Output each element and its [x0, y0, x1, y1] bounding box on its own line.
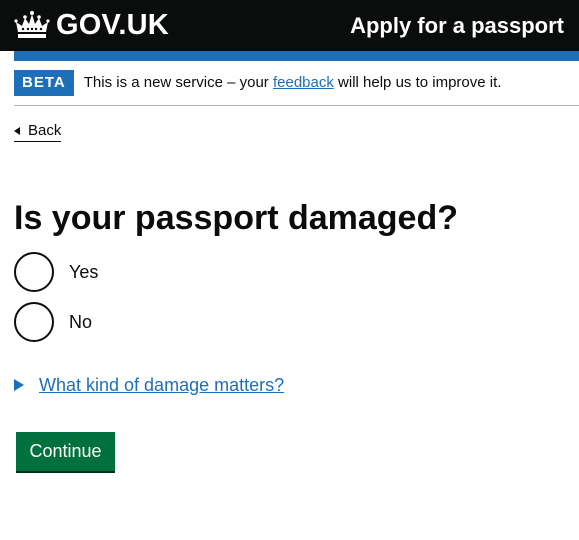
radio-option-yes[interactable]: Yes	[14, 252, 98, 292]
details-summary[interactable]: What kind of damage matters?	[14, 373, 284, 397]
govuk-logo-link[interactable]: GOV.UK	[14, 9, 169, 41]
back-link-label: Back	[28, 122, 62, 139]
details-summary-text[interactable]: What kind of damage matters?	[39, 373, 284, 397]
radio-option-no[interactable]: No	[14, 302, 92, 342]
feedback-link[interactable]: feedback	[273, 74, 334, 91]
page-title: Is your passport damaged?	[14, 199, 458, 237]
radio-label-no[interactable]: No	[69, 310, 92, 334]
details-arrow-icon	[14, 379, 24, 391]
crown-icon	[14, 11, 50, 38]
header: GOV.UK Apply for a passport	[0, 0, 579, 51]
back-link[interactable]: Back	[14, 122, 62, 142]
continue-button[interactable]: Continue	[16, 432, 115, 471]
service-name-link[interactable]: Apply for a passport	[350, 11, 564, 41]
phase-text-before: This is a new service – your	[83, 74, 273, 91]
phase-banner-divider	[14, 105, 579, 106]
radio-label-yes[interactable]: Yes	[69, 260, 98, 284]
phase-banner: BETA This is a new service – your feedba…	[14, 70, 501, 96]
back-arrow-icon	[14, 127, 20, 135]
radio-button-no[interactable]	[14, 302, 54, 342]
phase-text-after: will help us to improve it.	[333, 74, 502, 91]
phase-banner-text: This is a new service – your feedback wi…	[84, 70, 502, 96]
header-blue-bar	[14, 51, 579, 61]
radio-button-yes[interactable]	[14, 252, 54, 292]
logo-text: GOV.UK	[56, 9, 169, 41]
beta-tag: BETA	[14, 70, 74, 96]
